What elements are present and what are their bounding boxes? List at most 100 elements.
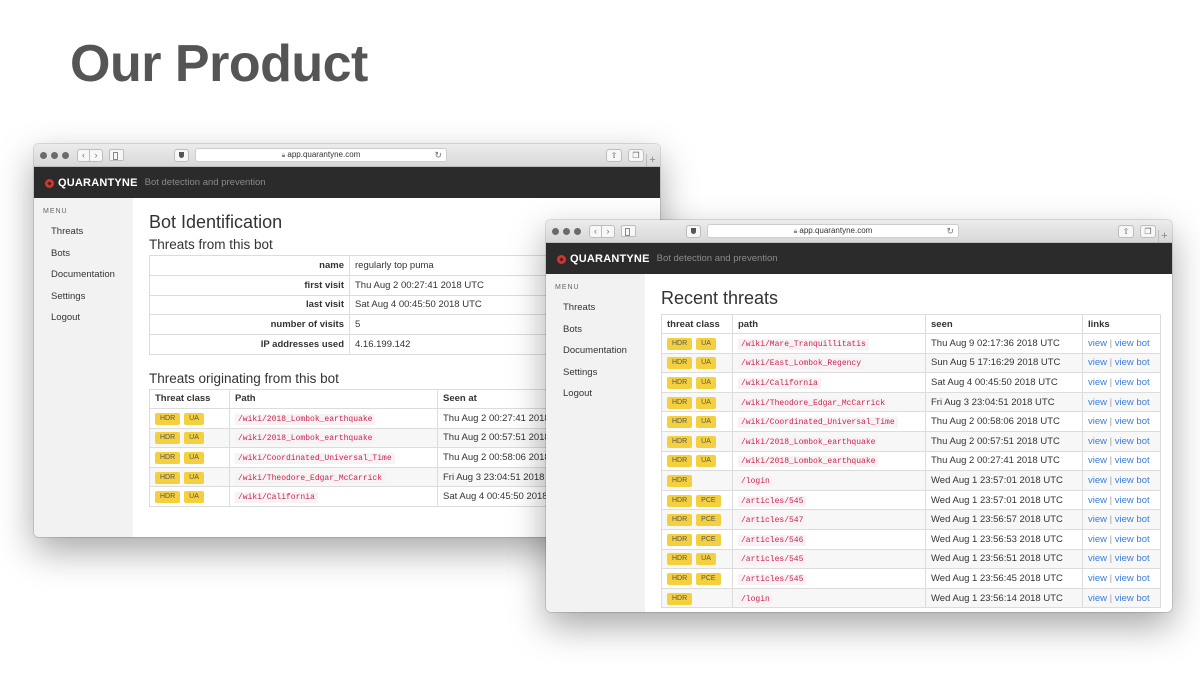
view-bot-link[interactable]: view bot bbox=[1115, 338, 1150, 349]
view-bot-link[interactable]: view bot bbox=[1115, 553, 1150, 564]
table-row[interactable]: HDR/login Wed Aug 1 23:56:14 2018 UTC view… bbox=[661, 587, 1161, 609]
tabs-icon[interactable]: ❐ bbox=[628, 148, 644, 162]
shield-icon[interactable] bbox=[174, 148, 189, 162]
forward-icon[interactable]: › bbox=[90, 148, 103, 162]
table-row[interactable]: HDR UA/articles/545 Wed Aug 1 23:56:51 201… bbox=[661, 548, 1161, 570]
view-link[interactable]: view bbox=[1088, 593, 1107, 604]
share-icon[interactable]: ⇧ bbox=[1118, 224, 1134, 238]
new-tab-button[interactable]: + bbox=[646, 154, 658, 166]
view-link[interactable]: view bbox=[1088, 475, 1107, 486]
minimize-window-button[interactable] bbox=[563, 227, 570, 235]
sidebar-item-threats[interactable]: Threats bbox=[563, 301, 645, 323]
view-bot-link[interactable]: view bot bbox=[1115, 455, 1150, 466]
table-row[interactable]: HDR PCE/articles/547 Wed Aug 1 23:56:57 20… bbox=[661, 509, 1161, 530]
table-row[interactable]: HDR PCE/articles/546 Wed Aug 1 23:56:53 20… bbox=[661, 528, 1161, 550]
brand-name[interactable]: QUARANTYNE bbox=[58, 177, 138, 189]
link-separator: | bbox=[1109, 494, 1113, 506]
view-link[interactable]: view bbox=[1088, 455, 1107, 466]
threat-class-badge: HDR bbox=[667, 357, 693, 370]
view-bot-link[interactable]: view bot bbox=[1115, 397, 1150, 408]
browser-toolbar: ‹ › 🔒︎ app.quarantyne.com ↻ ⇧ ❐ + bbox=[34, 144, 660, 167]
lock-icon: 🔒︎ bbox=[793, 228, 798, 235]
table-row[interactable]: HDR UA/wiki/2018_Lombok_earthquake Thu Aug… bbox=[661, 430, 1161, 452]
address-bar[interactable]: 🔒︎ app.quarantyne.com ↻ bbox=[195, 148, 447, 162]
table-row[interactable]: HDR UA/wiki/East_Lombok_Regency Sun Aug 5 … bbox=[661, 352, 1161, 374]
view-link[interactable]: view bbox=[1088, 553, 1107, 564]
view-bot-link[interactable]: view bot bbox=[1115, 357, 1150, 368]
threat-class-badge: UA bbox=[184, 471, 204, 484]
back-icon[interactable]: ‹ bbox=[589, 224, 602, 238]
table-row[interactable]: HDR UA/wiki/2018_Lombok_earthquake Thu Aug… bbox=[661, 450, 1161, 472]
view-link[interactable]: view bbox=[1088, 436, 1107, 447]
path-text: /login bbox=[738, 475, 773, 487]
path-cell: /articles/547 bbox=[732, 509, 926, 530]
view-bot-link[interactable]: view bot bbox=[1115, 377, 1150, 388]
sidebar-item-bots[interactable]: Bots bbox=[563, 323, 645, 345]
view-bot-link[interactable]: view bot bbox=[1115, 593, 1150, 604]
threat-class-badge: HDR bbox=[155, 432, 181, 445]
view-link[interactable]: view bbox=[1088, 377, 1107, 388]
sidebar-item-settings[interactable]: Settings bbox=[563, 366, 645, 388]
view-bot-link[interactable]: view bot bbox=[1115, 514, 1150, 525]
sidebar-icon[interactable] bbox=[621, 225, 636, 237]
share-icon[interactable]: ⇧ bbox=[606, 148, 622, 162]
view-bot-link[interactable]: view bot bbox=[1115, 573, 1150, 584]
address-bar[interactable]: 🔒︎ app.quarantyne.com ↻ bbox=[707, 224, 959, 238]
view-link[interactable]: view bbox=[1088, 514, 1107, 525]
view-bot-link[interactable]: view bot bbox=[1115, 475, 1150, 486]
path-text: /login bbox=[738, 593, 773, 605]
view-link[interactable]: view bbox=[1088, 495, 1107, 506]
path-cell: /articles/545 bbox=[732, 548, 926, 570]
close-window-button[interactable] bbox=[40, 151, 47, 159]
new-tab-button[interactable]: + bbox=[1158, 230, 1170, 242]
forward-icon[interactable]: › bbox=[602, 224, 615, 238]
shield-icon[interactable] bbox=[686, 224, 701, 238]
path-cell: /wiki/Theodore_Edgar_McCarrick bbox=[732, 391, 926, 413]
view-link[interactable]: view bbox=[1088, 338, 1107, 349]
reload-icon[interactable]: ↻ bbox=[946, 225, 954, 237]
table-row[interactable]: HDR UA/wiki/Theodore_Edgar_McCarrick Fri A… bbox=[661, 391, 1161, 413]
links-cell: view | view bot bbox=[1082, 548, 1161, 570]
table-row[interactable]: HDR/login Wed Aug 1 23:57:01 2018 UTC view… bbox=[661, 470, 1161, 491]
zoom-window-button[interactable] bbox=[62, 151, 69, 159]
logo-icon bbox=[45, 178, 55, 188]
threat-class-cell: HDR UA bbox=[661, 430, 733, 452]
link-separator: | bbox=[1109, 376, 1113, 388]
path-text: /articles/545 bbox=[738, 495, 807, 507]
table-row[interactable]: HDR UA/wiki/Coordinated_Universal_Time Thu… bbox=[661, 411, 1161, 432]
table-row[interactable]: HDR UA/wiki/California Sat Aug 4 00:45:50 … bbox=[661, 372, 1161, 393]
back-icon[interactable]: ‹ bbox=[77, 148, 90, 162]
tabs-icon[interactable]: ❐ bbox=[1140, 224, 1156, 238]
view-bot-link[interactable]: view bot bbox=[1115, 534, 1150, 545]
table-row[interactable]: HDR PCE/articles/545 Wed Aug 1 23:56:45 20… bbox=[661, 568, 1161, 589]
view-link[interactable]: view bbox=[1088, 534, 1107, 545]
threat-class-badge: UA bbox=[696, 396, 716, 409]
brand-name[interactable]: QUARANTYNE bbox=[570, 253, 650, 265]
sidebar-item-documentation[interactable]: Documentation bbox=[563, 344, 645, 366]
view-bot-link[interactable]: view bot bbox=[1115, 436, 1150, 447]
close-window-button[interactable] bbox=[552, 227, 559, 235]
table-row[interactable]: HDR UA/wiki/Mare_Tranquillitatis Thu Aug 9… bbox=[661, 333, 1161, 354]
sidebar-item-logout[interactable]: Logout bbox=[51, 311, 133, 333]
sidebar-item-bots[interactable]: Bots bbox=[51, 247, 133, 269]
table-row[interactable]: HDR PCE/articles/545 Wed Aug 1 23:57:01 20… bbox=[661, 489, 1161, 511]
path-cell: /wiki/2018_Lombok_earthquake bbox=[229, 407, 438, 429]
reload-icon[interactable]: ↻ bbox=[434, 149, 442, 161]
view-link[interactable]: view bbox=[1088, 357, 1107, 368]
minimize-window-button[interactable] bbox=[51, 151, 58, 159]
sidebar-item-logout[interactable]: Logout bbox=[563, 387, 645, 409]
view-link[interactable]: view bbox=[1088, 573, 1107, 584]
threat-class-badge: HDR bbox=[155, 451, 181, 464]
threat-class-cell: HDR UA bbox=[661, 450, 733, 472]
view-link[interactable]: view bbox=[1088, 416, 1107, 427]
view-bot-link[interactable]: view bot bbox=[1115, 416, 1150, 427]
sidebar-item-settings[interactable]: Settings bbox=[51, 290, 133, 312]
sidebar-item-documentation[interactable]: Documentation bbox=[51, 268, 133, 290]
sidebar-icon[interactable] bbox=[109, 149, 124, 161]
sidebar-item-threats[interactable]: Threats bbox=[51, 225, 133, 247]
path-text: /articles/545 bbox=[738, 554, 807, 566]
path-cell: /wiki/Mare_Tranquillitatis bbox=[732, 333, 926, 354]
view-bot-link[interactable]: view bot bbox=[1115, 495, 1150, 506]
view-link[interactable]: view bbox=[1088, 397, 1107, 408]
zoom-window-button[interactable] bbox=[574, 227, 581, 235]
